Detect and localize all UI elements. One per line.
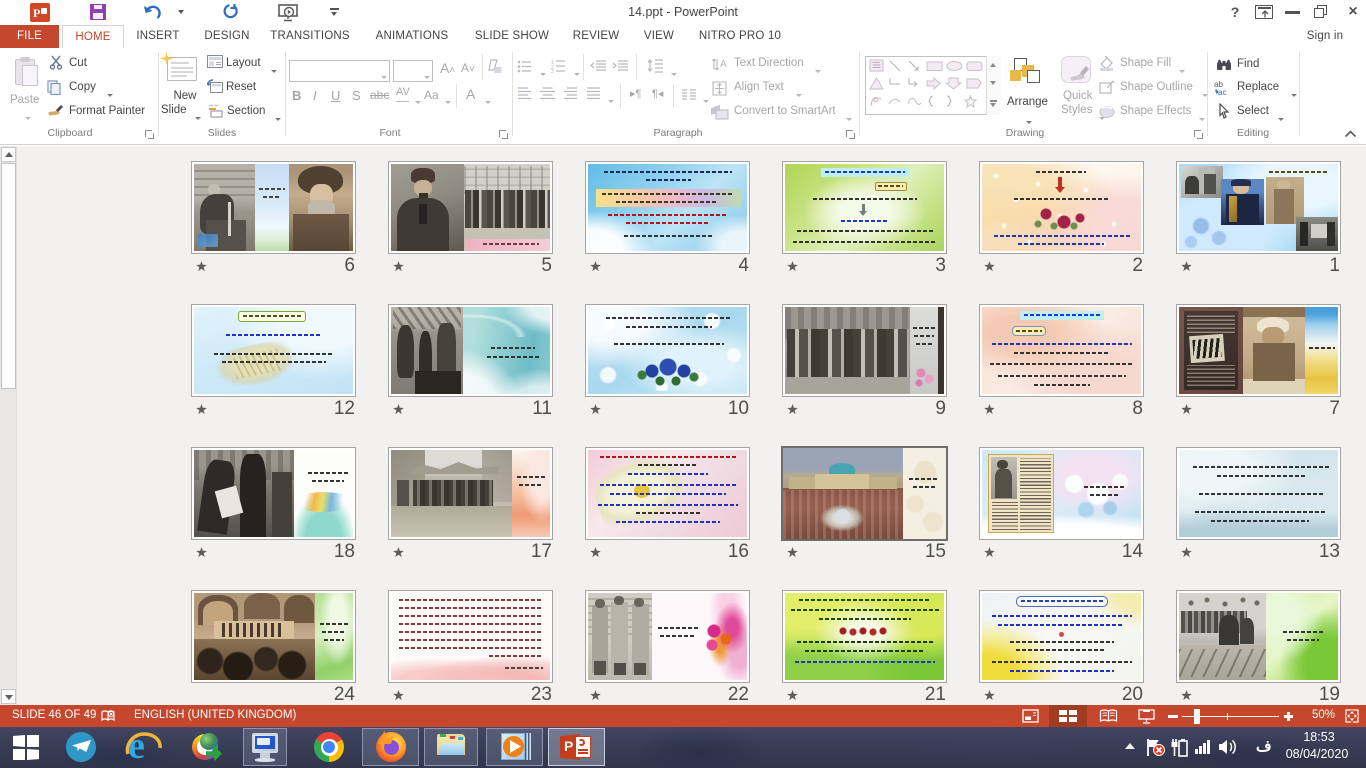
svg-text:3: 3 — [551, 69, 554, 73]
svg-text:ac: ac — [1218, 88, 1226, 96]
svg-text:A: A — [720, 59, 727, 70]
